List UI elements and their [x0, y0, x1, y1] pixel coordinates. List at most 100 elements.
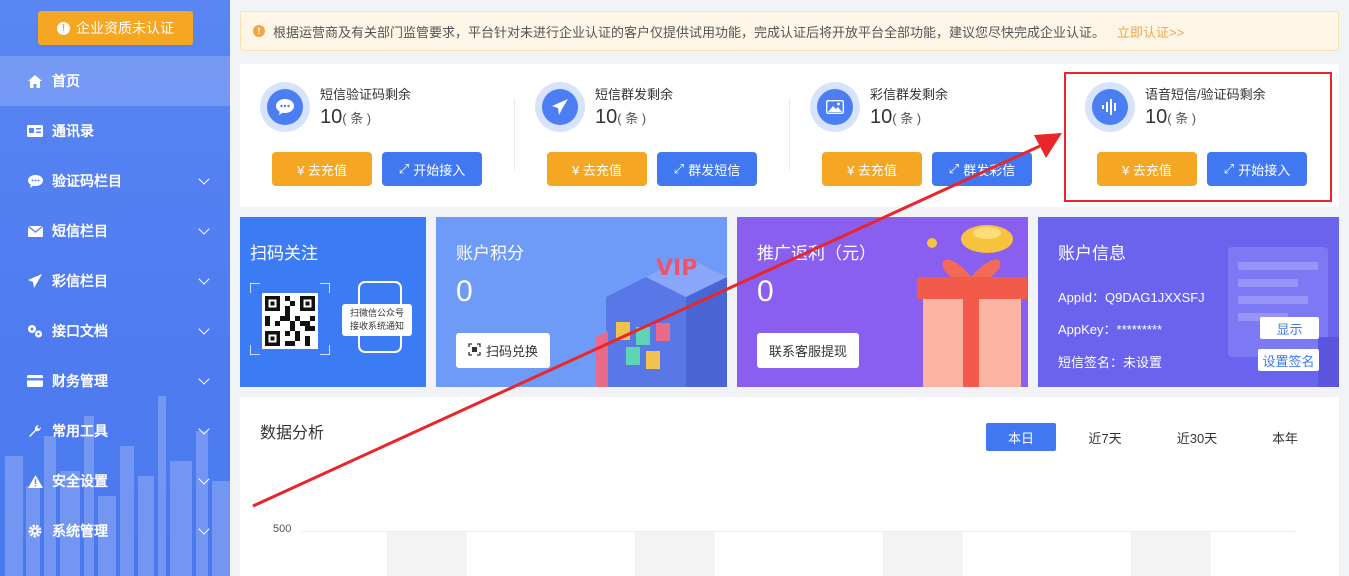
scan-caption-line2: 接收系统通知 — [349, 321, 404, 331]
contact-withdraw-label: 联系客服提现 — [769, 344, 848, 359]
tab-today[interactable]: 本日 — [986, 423, 1056, 451]
gift-box-illustration — [917, 225, 1027, 387]
paper-plane-icon — [535, 82, 585, 132]
appid-value: Q9DAG1JXXSFJ — [1104, 290, 1205, 305]
appid-label: AppId： — [1058, 290, 1105, 305]
sidebar-item-label: 通讯录 — [52, 123, 94, 139]
recharge-button[interactable]: ¥ 去充值 — [822, 152, 922, 186]
sidebar-item-security[interactable]: 安全设置 — [0, 456, 230, 506]
chevron-down-icon — [198, 373, 210, 385]
recharge-button[interactable]: ¥ 去充值 — [272, 152, 372, 186]
tab-this-year[interactable]: 本年 — [1250, 423, 1320, 451]
chart-bar — [1131, 532, 1211, 576]
action-label: 开始接入 — [413, 162, 466, 178]
sign-label: 短信签名： — [1058, 355, 1124, 370]
banner-title: 账户积分 — [456, 244, 524, 263]
bulk-sms-button[interactable]: ⤢ 群发短信 — [657, 152, 757, 186]
qr-code — [262, 293, 318, 349]
gear-icon — [26, 523, 44, 539]
expand-arrows-icon: ⤢ — [673, 161, 685, 176]
sidebar-item-label: 彩信栏目 — [52, 273, 108, 289]
contacts-icon — [26, 123, 44, 139]
chevron-down-icon — [198, 273, 210, 285]
appkey-row: AppKey：********* — [1058, 319, 1162, 338]
appid-row: AppId：Q9DAG1JXXSFJ — [1058, 287, 1205, 306]
account-points-banner: VIP 账户积分 0 扫码兑换 — [436, 217, 727, 387]
sidebar-item-sms[interactable]: 短信栏目 — [0, 206, 230, 256]
set-sign-button[interactable]: 设置签名 — [1258, 349, 1319, 371]
expand-arrows-icon: ⤢ — [398, 161, 410, 176]
tab-30-days[interactable]: 近30天 — [1162, 423, 1232, 451]
sidebar-item-contacts[interactable]: 通讯录 — [0, 106, 230, 156]
stat-label: 短信群发剩余 — [595, 87, 674, 102]
sidebar-item-label: 财务管理 — [52, 373, 108, 389]
scan-redeem-label: 扫码兑换 — [486, 344, 539, 359]
cert-status-button[interactable]: ! 企业资质未认证 — [38, 11, 193, 45]
sidebar-item-tools[interactable]: 常用工具 — [0, 406, 230, 456]
set-sign-label: 设置签名 — [1262, 353, 1315, 369]
tab-label: 本日 — [1007, 430, 1034, 446]
chevron-down-icon — [198, 173, 210, 185]
stat-label: 彩信群发剩余 — [870, 87, 949, 102]
bulk-mms-button[interactable]: ⤢ 群发彩信 — [932, 152, 1032, 186]
sidebar-item-label: 系统管理 — [52, 523, 108, 539]
sidebar-item-mms[interactable]: 彩信栏目 — [0, 256, 230, 306]
chat-bubble-icon — [260, 82, 310, 132]
mail-icon — [26, 223, 44, 239]
sidebar-item-home[interactable]: 首页 — [0, 56, 230, 106]
certify-now-link[interactable]: 立即认证>> — [1117, 22, 1184, 41]
show-appkey-button[interactable]: 显示 — [1260, 317, 1319, 339]
tab-7-days[interactable]: 近7天 — [1070, 423, 1140, 451]
start-integration-button[interactable]: ⤢ 开始接入 — [382, 152, 482, 186]
sign-row: 短信签名：未设置 — [1058, 352, 1162, 371]
chart-bar — [387, 532, 467, 576]
notice-text: 根据运营商及有关部门监管要求，平台针对未进行企业认证的客户仅提供试用功能，完成认… — [273, 24, 1106, 40]
stat-value: 10( 条 ) — [870, 106, 921, 129]
vip-illustration: VIP — [596, 256, 727, 387]
warning-icon — [26, 473, 44, 489]
show-appkey-label: 显示 — [1276, 321, 1303, 337]
sidebar-item-label: 常用工具 — [52, 423, 108, 439]
sidebar-item-label: 首页 — [52, 73, 80, 89]
svg-text:VIP: VIP — [656, 256, 697, 281]
appkey-value: ********* — [1116, 322, 1163, 337]
stat-value: 10( 条 ) — [320, 106, 371, 129]
wrench-icon — [26, 423, 44, 439]
cert-status-label: 企业资质未认证 — [76, 20, 174, 36]
data-analysis-panel: 数据分析 本日 近7天 近30天 本年 500 — [240, 397, 1339, 576]
tab-label: 本年 — [1271, 430, 1298, 446]
sidebar-item-label: 短信栏目 — [52, 223, 108, 239]
recharge-button[interactable]: ¥ 去充值 — [547, 152, 647, 186]
api-icon — [26, 323, 44, 339]
home-icon — [26, 73, 44, 89]
sidebar-item-finance[interactable]: 财务管理 — [0, 356, 230, 406]
scan-redeem-button[interactable]: 扫码兑换 — [456, 333, 551, 368]
sidebar: ! 企业资质未认证 首页 通讯录 验证码栏目 短信栏目 彩信栏目 接口文档 财务… — [0, 0, 230, 576]
sidebar-item-verification[interactable]: 验证码栏目 — [0, 156, 230, 206]
points-value: 0 — [456, 275, 473, 308]
contact-withdraw-button[interactable]: 联系客服提现 — [757, 333, 860, 368]
sidebar-item-api-docs[interactable]: 接口文档 — [0, 306, 230, 356]
tab-label: 近7天 — [1088, 430, 1122, 446]
stat-value: 10( 条 ) — [595, 106, 646, 129]
recharge-label: ¥ 去充值 — [847, 162, 897, 178]
recharge-label: ¥ 去充值 — [297, 162, 347, 178]
scan-caption-line1: 扫微信公众号 — [349, 308, 404, 318]
image-icon — [810, 82, 860, 132]
sidebar-nav: 首页 通讯录 验证码栏目 短信栏目 彩信栏目 接口文档 财务管理 常用工具 安全… — [0, 56, 230, 556]
stat-number: 10 — [870, 106, 893, 128]
banner-title: 账户信息 — [1058, 244, 1126, 263]
sidebar-item-system[interactable]: 系统管理 — [0, 506, 230, 556]
recharge-label: ¥ 去充值 — [572, 162, 622, 178]
tab-label: 近30天 — [1176, 430, 1218, 446]
chart-bar — [635, 532, 715, 576]
warning-icon: ! — [253, 25, 265, 37]
stat-unit: ( 条 ) — [342, 111, 372, 126]
stat-number: 10 — [595, 106, 618, 128]
sidebar-item-label: 接口文档 — [52, 323, 108, 339]
banner-title: 推广返利（元） — [757, 244, 876, 263]
action-label: 群发彩信 — [963, 162, 1016, 178]
panel-title: 数据分析 — [260, 425, 325, 442]
action-label: 群发短信 — [688, 162, 741, 178]
stat-sms-bulk: 短信群发剩余 10( 条 ) ¥ 去充值 ⤢ 群发短信 — [515, 64, 790, 207]
